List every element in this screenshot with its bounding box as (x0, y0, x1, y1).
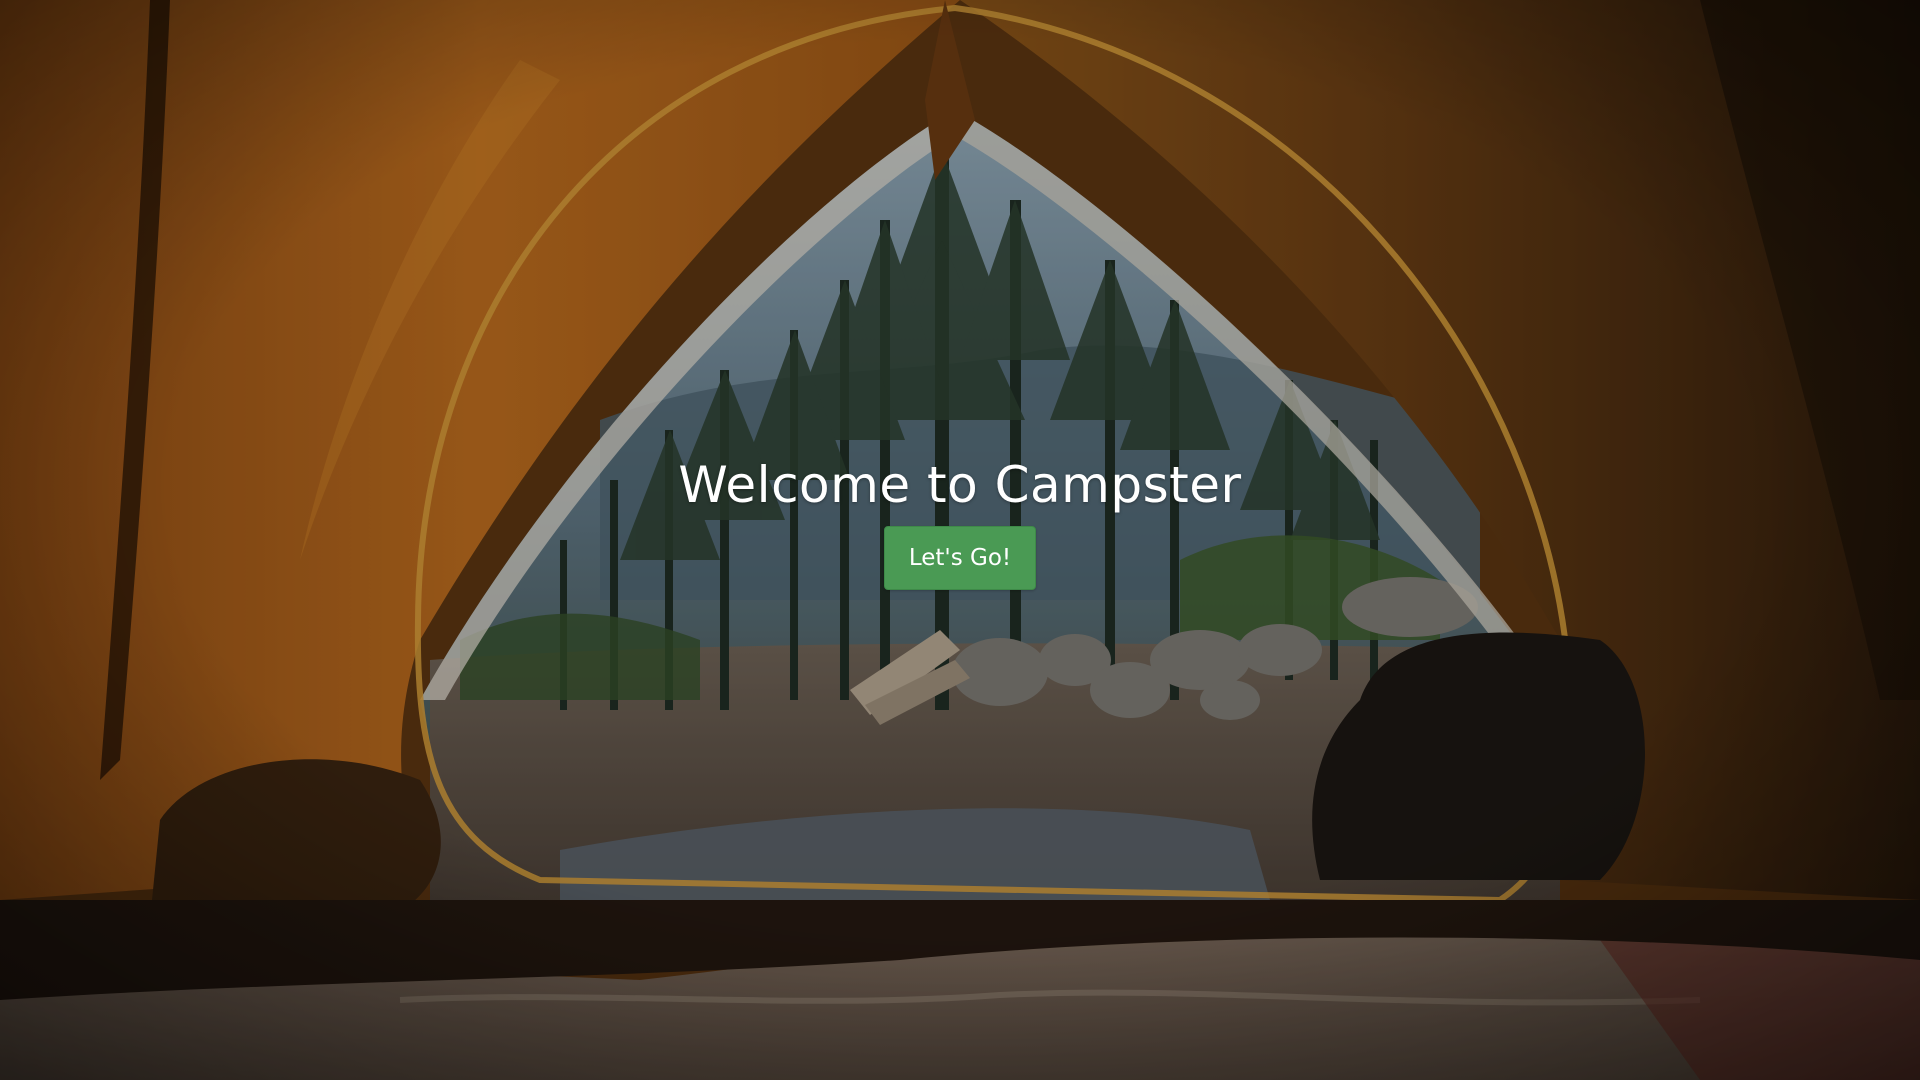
hero-title: Welcome to Campster (678, 456, 1242, 514)
hero-section: Welcome to Campster Let's Go! (0, 0, 1920, 1080)
lets-go-button[interactable]: Let's Go! (883, 526, 1037, 590)
hero-content: Welcome to Campster Let's Go! (0, 452, 1920, 590)
